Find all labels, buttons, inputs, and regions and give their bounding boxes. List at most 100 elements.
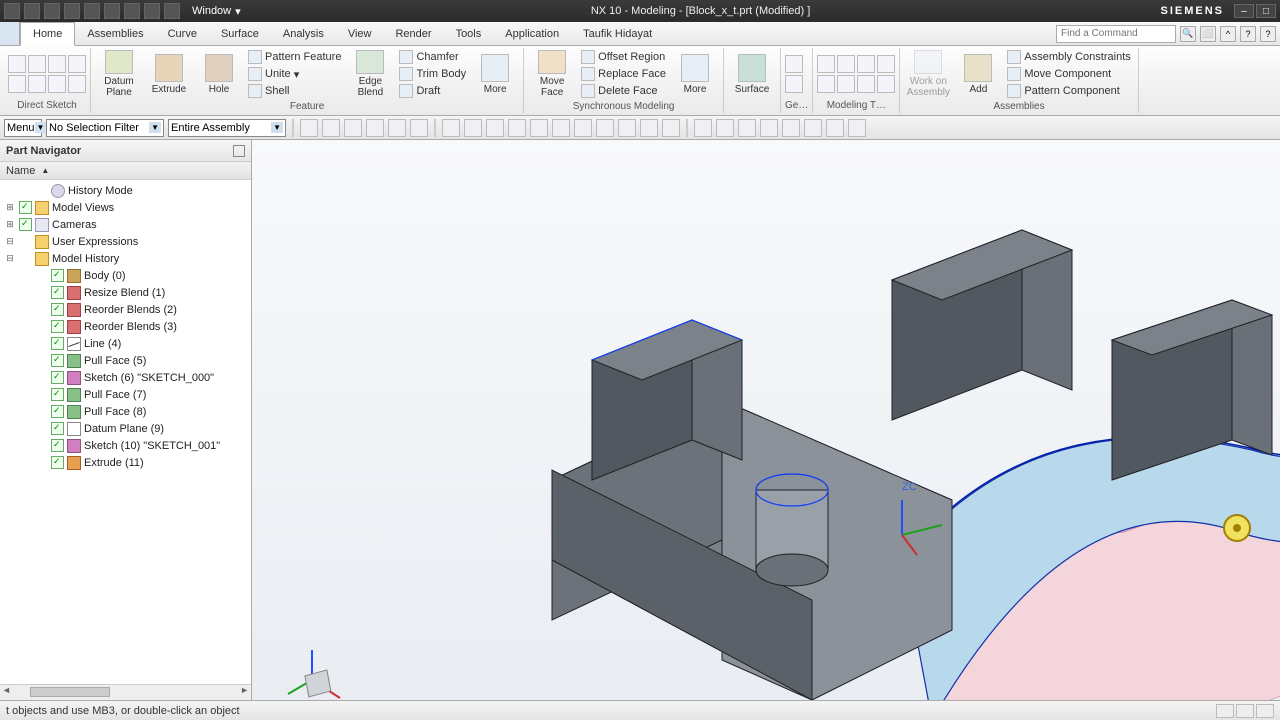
sketch-arc-icon[interactable] <box>28 55 46 73</box>
qat-btn[interactable] <box>144 3 160 19</box>
tree-item[interactable]: Body (0) <box>0 267 251 284</box>
tree-item[interactable]: Datum Plane (9) <box>0 420 251 437</box>
sel-tool-icon[interactable] <box>716 119 734 137</box>
mt-icon[interactable] <box>817 55 835 73</box>
tree-item[interactable]: History Mode <box>0 182 251 199</box>
move-component-button[interactable]: Move Component <box>1004 66 1133 82</box>
move-face-button[interactable]: Move Face <box>528 48 576 100</box>
sketch-circle-icon[interactable] <box>8 75 26 93</box>
qat-btn[interactable] <box>4 3 20 19</box>
datum-plane-button[interactable]: Datum Plane <box>95 48 143 100</box>
mt-icon[interactable] <box>857 75 875 93</box>
checkbox-icon[interactable] <box>51 405 64 418</box>
mt-icon[interactable] <box>877 55 895 73</box>
offset-region-button[interactable]: Offset Region <box>578 49 669 65</box>
window-menu[interactable]: Window ▾ <box>192 5 241 18</box>
find-command-input[interactable] <box>1056 25 1176 43</box>
help-button[interactable]: ? <box>1260 26 1276 42</box>
trim-body-button[interactable]: Trim Body <box>396 66 469 82</box>
sketch-add-icon[interactable] <box>68 75 86 93</box>
qat-btn[interactable] <box>84 3 100 19</box>
sketch-line-icon[interactable] <box>8 55 26 73</box>
expand-icon[interactable]: ⊟ <box>4 253 16 264</box>
sel-tool-icon[interactable] <box>826 119 844 137</box>
tab-curve[interactable]: Curve <box>156 22 209 45</box>
edge-blend-button[interactable]: Edge Blend <box>346 48 394 100</box>
ge-icon[interactable] <box>785 75 803 93</box>
tab-tools[interactable]: Tools <box>444 22 494 45</box>
pattern-component-button[interactable]: Pattern Component <box>1004 83 1133 99</box>
sel-tool-icon[interactable] <box>300 119 318 137</box>
tree-item[interactable]: ⊟Model History <box>0 250 251 267</box>
draft-button[interactable]: Draft <box>396 83 469 99</box>
sketch-rect-icon[interactable] <box>48 55 66 73</box>
checkbox-icon[interactable] <box>51 422 64 435</box>
selection-filter-dropdown[interactable]: No Selection Filter <box>46 119 164 137</box>
tab-analysis[interactable]: Analysis <box>271 22 336 45</box>
tab-custom[interactable]: Taufik Hidayat <box>571 22 664 45</box>
qat-btn[interactable] <box>44 3 60 19</box>
tree-item[interactable]: Sketch (10) "SKETCH_001" <box>0 437 251 454</box>
graphics-viewport[interactable]: ZC <box>252 140 1280 700</box>
tree-item[interactable]: ⊞Cameras <box>0 216 251 233</box>
status-icon[interactable] <box>1256 704 1274 718</box>
tree-item[interactable]: Pull Face (8) <box>0 403 251 420</box>
delete-face-button[interactable]: Delete Face <box>578 83 669 99</box>
sel-tool-icon[interactable] <box>618 119 636 137</box>
sel-tool-icon[interactable] <box>694 119 712 137</box>
checkbox-icon[interactable] <box>51 439 64 452</box>
sel-tool-icon[interactable] <box>486 119 504 137</box>
tab-surface[interactable]: Surface <box>209 22 271 45</box>
sel-tool-icon[interactable] <box>344 119 362 137</box>
more-feature-button[interactable]: More <box>471 48 519 100</box>
checkbox-icon[interactable] <box>19 218 32 231</box>
tree-item[interactable]: Reorder Blends (2) <box>0 301 251 318</box>
tree-item[interactable]: ⊞Model Views <box>0 199 251 216</box>
mt-icon[interactable] <box>817 75 835 93</box>
sel-tool-icon[interactable] <box>738 119 756 137</box>
sel-tool-icon[interactable] <box>410 119 428 137</box>
ge-icon[interactable] <box>785 55 803 73</box>
qat-btn[interactable] <box>124 3 140 19</box>
add-button[interactable]: Add <box>954 48 1002 100</box>
sel-tool-icon[interactable] <box>322 119 340 137</box>
sketch-point-icon[interactable] <box>48 75 66 93</box>
mt-icon[interactable] <box>857 55 875 73</box>
checkbox-icon[interactable] <box>51 456 64 469</box>
tree-item[interactable]: ⊟User Expressions <box>0 233 251 250</box>
checkbox-icon[interactable] <box>51 371 64 384</box>
help-button[interactable]: ⬜ <box>1200 26 1216 42</box>
sel-tool-icon[interactable] <box>596 119 614 137</box>
nav-hscrollbar[interactable] <box>0 684 251 700</box>
sel-tool-icon[interactable] <box>442 119 460 137</box>
tab-render[interactable]: Render <box>383 22 443 45</box>
checkbox-icon[interactable] <box>51 320 64 333</box>
sel-tool-icon[interactable] <box>640 119 658 137</box>
status-icon[interactable] <box>1216 704 1234 718</box>
tab-application[interactable]: Application <box>493 22 571 45</box>
minimize-button[interactable]: – <box>1234 4 1254 18</box>
qat-btn[interactable] <box>164 3 180 19</box>
tab-assemblies[interactable]: Assemblies <box>75 22 155 45</box>
tree-item[interactable]: Pull Face (7) <box>0 386 251 403</box>
checkbox-icon[interactable] <box>51 303 64 316</box>
surface-button[interactable]: Surface <box>728 48 776 100</box>
sel-tool-icon[interactable] <box>782 119 800 137</box>
expand-icon[interactable]: ⊟ <box>4 236 16 247</box>
status-icon[interactable] <box>1236 704 1254 718</box>
extrude-button[interactable]: Extrude <box>145 48 193 100</box>
checkbox-icon[interactable] <box>51 388 64 401</box>
sel-tool-icon[interactable] <box>552 119 570 137</box>
sel-tool-icon[interactable] <box>464 119 482 137</box>
pattern-feature-button[interactable]: Pattern Feature <box>245 49 344 65</box>
sel-tool-icon[interactable] <box>530 119 548 137</box>
qat-btn[interactable] <box>24 3 40 19</box>
pin-icon[interactable] <box>233 145 245 157</box>
sketch-prof-icon[interactable] <box>68 55 86 73</box>
tab-view[interactable]: View <box>336 22 384 45</box>
tree-item[interactable]: Extrude (11) <box>0 454 251 471</box>
mt-icon[interactable] <box>837 55 855 73</box>
sel-tool-icon[interactable] <box>508 119 526 137</box>
sel-tool-icon[interactable] <box>848 119 866 137</box>
tree-item[interactable]: Resize Blend (1) <box>0 284 251 301</box>
